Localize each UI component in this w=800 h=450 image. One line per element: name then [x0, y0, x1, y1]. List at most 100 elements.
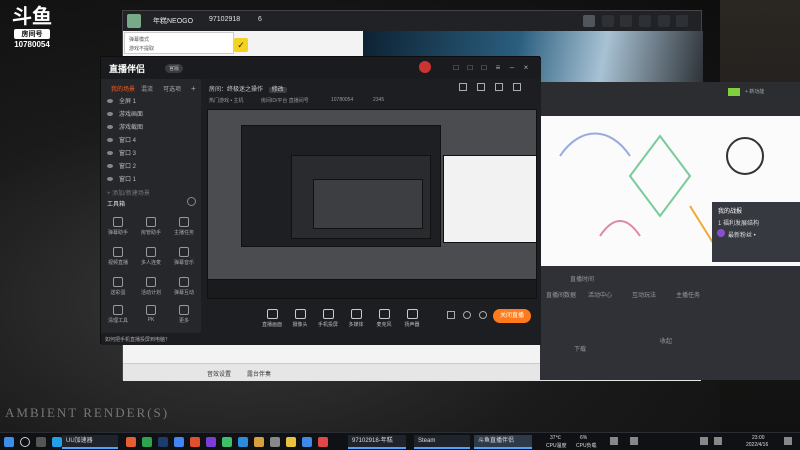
- avatar[interactable]: [127, 14, 141, 28]
- tool-more[interactable]: 更多: [170, 305, 198, 327]
- close-icon[interactable]: ×: [521, 63, 531, 73]
- tool-danmaku-helper[interactable]: 弹幕助手: [104, 217, 132, 239]
- eye-icon[interactable]: [463, 311, 471, 319]
- volume-icon[interactable]: [714, 437, 722, 445]
- tab-mix[interactable]: 混流: [141, 84, 153, 93]
- app-icon[interactable]: [126, 437, 136, 447]
- app-icon[interactable]: [238, 437, 248, 447]
- mail-icon[interactable]: □: [465, 63, 475, 73]
- windows-start-icon[interactable]: [4, 437, 14, 447]
- version-badge[interactable]: 官版: [165, 64, 184, 73]
- add-camera-button[interactable]: 摄像头: [285, 309, 315, 328]
- app-icon[interactable]: [318, 437, 328, 447]
- minimize-icon[interactable]: –: [507, 63, 517, 73]
- tray-icon[interactable]: [630, 437, 638, 445]
- yellow-tag-icon[interactable]: ✓: [234, 38, 248, 52]
- eye-icon[interactable]: [107, 112, 113, 117]
- app-icon[interactable]: [190, 437, 200, 447]
- settings-icon[interactable]: [479, 311, 487, 319]
- room-category[interactable]: 热门游戏 • 主机: [209, 97, 244, 104]
- stat-label-collapse[interactable]: 收起: [660, 336, 672, 345]
- layout-icon[interactable]: [513, 83, 521, 91]
- sound-setting-label[interactable]: 音效设置: [207, 369, 231, 378]
- tray-icon[interactable]: [610, 437, 618, 445]
- app-icon[interactable]: [206, 437, 216, 447]
- fullscreen-icon[interactable]: [477, 83, 485, 91]
- close-icon[interactable]: [676, 15, 689, 27]
- eye-icon[interactable]: [107, 99, 113, 104]
- eye-icon[interactable]: [107, 151, 113, 156]
- download-label[interactable]: 下载: [574, 344, 586, 353]
- settings-icon[interactable]: □: [451, 63, 461, 73]
- scene-item[interactable]: 窗口 1: [107, 175, 195, 186]
- eye-icon[interactable]: [107, 177, 113, 182]
- record-icon[interactable]: [447, 311, 455, 319]
- microphone-button[interactable]: 麦克风: [369, 309, 399, 328]
- stat-label-interaction[interactable]: 互动玩法: [632, 290, 656, 299]
- scene-item[interactable]: 全屏 1: [107, 97, 195, 108]
- tool-danmaku-music[interactable]: 弹幕音乐: [170, 247, 198, 269]
- scene-item[interactable]: 窗口 3: [107, 149, 195, 160]
- grid-icon[interactable]: [601, 15, 614, 27]
- tab-my-scenes[interactable]: 我的场景: [111, 84, 135, 93]
- live-preview[interactable]: [207, 109, 537, 299]
- folder-icon[interactable]: [286, 437, 296, 447]
- tab-options[interactable]: 可选项: [163, 84, 181, 93]
- add-media-button[interactable]: 多媒体: [341, 309, 371, 328]
- tool-room-manager[interactable]: 房管助手: [137, 217, 165, 239]
- stat-label-room-data[interactable]: 直播间数据: [546, 290, 576, 299]
- add-phone-button[interactable]: 手机投屏: [313, 309, 343, 328]
- tool-easter-egg[interactable]: 送彩蛋: [104, 277, 132, 299]
- add-scene-icon[interactable]: +: [191, 84, 196, 93]
- tool-video-live[interactable]: 视频直播: [104, 247, 132, 269]
- home-icon[interactable]: [583, 15, 595, 27]
- minimize-icon[interactable]: [639, 15, 652, 27]
- add-screen-button[interactable]: 直播画面: [257, 309, 287, 328]
- skin-icon[interactable]: □: [479, 63, 489, 73]
- app-icon[interactable]: [142, 437, 152, 447]
- task-view-icon[interactable]: [36, 437, 46, 447]
- scene-item[interactable]: 游戏截图: [107, 123, 195, 134]
- eye-icon[interactable]: [107, 125, 113, 130]
- maximize-icon[interactable]: [657, 15, 670, 27]
- taskbar-task-neogo[interactable]: 97102918-年糕: [348, 435, 406, 449]
- app-icon[interactable]: [302, 437, 312, 447]
- stat-label-tasks[interactable]: 主播任务: [676, 290, 700, 299]
- search-icon[interactable]: [20, 437, 30, 447]
- tool-anchor-tasks[interactable]: 主播任务: [170, 217, 198, 239]
- wechat-icon[interactable]: [222, 437, 232, 447]
- accompaniment-label[interactable]: 露台伴奏: [247, 369, 271, 378]
- toolbox-settings-icon[interactable]: [187, 197, 196, 206]
- tool-cleanup[interactable]: 清理工具: [104, 305, 132, 327]
- app-icon[interactable]: [270, 437, 280, 447]
- steam-icon[interactable]: [158, 437, 168, 447]
- tool-pk[interactable]: PK: [137, 305, 165, 327]
- scene-item[interactable]: 游戏画面: [107, 110, 195, 121]
- stat-label-live-time[interactable]: 直播时间: [570, 274, 594, 283]
- copy-icon[interactable]: [495, 83, 503, 91]
- menu-icon[interactable]: ≡: [493, 63, 503, 73]
- lock-icon[interactable]: [459, 83, 467, 91]
- eye-icon[interactable]: [107, 138, 113, 143]
- tool-danmaku-interact[interactable]: 弹幕互动: [170, 277, 198, 299]
- scene-item[interactable]: 窗口 2: [107, 162, 195, 173]
- notification-icon[interactable]: [784, 437, 792, 445]
- stop-live-button[interactable]: 关闭直播: [493, 309, 531, 323]
- tool-multi-mic[interactable]: 多人连麦: [137, 247, 165, 269]
- tool-activity-plan[interactable]: 活动计划: [137, 277, 165, 299]
- taskbar-task-uu[interactable]: UU加速器: [62, 435, 118, 449]
- scene-item[interactable]: 窗口 4: [107, 136, 195, 147]
- stat-label-activity[interactable]: 活动中心: [588, 290, 612, 299]
- chrome-icon[interactable]: [174, 437, 184, 447]
- taskbar-task-douyu[interactable]: 斗鱼直播伴侣: [474, 435, 532, 449]
- app-icon[interactable]: [254, 437, 264, 447]
- speaker-button[interactable]: 扬声器: [397, 309, 427, 328]
- edit-title-button[interactable]: 修改: [268, 87, 287, 93]
- taskbar-task-steam[interactable]: Steam: [414, 435, 470, 449]
- sidebar-tip[interactable]: 如何把手机直播投屏到电脑？: [101, 333, 201, 345]
- eye-icon[interactable]: [107, 164, 113, 169]
- new-feature-label[interactable]: + 新功能: [745, 88, 764, 95]
- user-avatar-icon[interactable]: [419, 61, 431, 73]
- game-icon[interactable]: [620, 15, 633, 27]
- network-icon[interactable]: [700, 437, 708, 445]
